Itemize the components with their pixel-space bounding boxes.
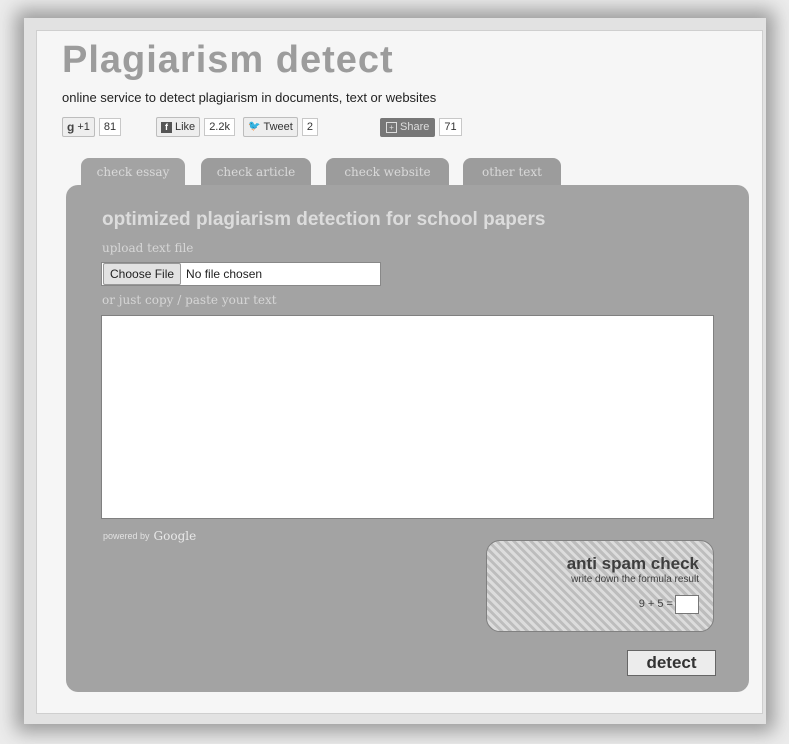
tab-check-article[interactable]: check article — [201, 158, 311, 186]
facebook-like-widget: f Like 2.2k — [156, 117, 235, 137]
upload-label: upload text file — [102, 241, 194, 255]
google-plus-label: +1 — [77, 121, 90, 133]
paste-label: or just copy / paste your text — [102, 293, 277, 307]
panel-title: optimized plagiarism detection for schoo… — [102, 209, 546, 230]
powered-by-label: powered by — [103, 531, 150, 541]
share-widget: + Share 71 — [380, 117, 462, 137]
anti-spam-title: anti spam check — [566, 554, 699, 573]
detect-button[interactable]: detect — [627, 650, 716, 676]
plus-box-icon: + — [386, 121, 397, 133]
google-plus-count: 81 — [98, 118, 122, 136]
choose-file-button[interactable]: Choose File — [103, 263, 182, 285]
share-label: Share — [400, 120, 430, 133]
facebook-like-button[interactable]: f Like — [156, 117, 201, 137]
anti-spam-formula: 9 + 5 = — [638, 598, 673, 610]
page-subtitle: online service to detect plagiarism in d… — [62, 90, 437, 105]
facebook-icon: f — [161, 121, 172, 133]
share-button[interactable]: + Share — [380, 117, 436, 137]
file-input[interactable]: Choose File No file chosen — [101, 262, 381, 286]
facebook-like-label: Like — [175, 121, 196, 133]
tab-check-website[interactable]: check website — [326, 158, 449, 186]
share-count: 71 — [439, 118, 462, 136]
google-plus-icon: g — [67, 120, 75, 134]
tweet-button[interactable]: 🐦 Tweet — [243, 117, 298, 137]
anti-spam-box: anti spam check write down the formula r… — [486, 540, 714, 632]
tab-other-text[interactable]: other text — [463, 158, 561, 186]
file-status: No file chosen — [186, 267, 263, 281]
twitter-widget: 🐦 Tweet 2 — [243, 117, 318, 137]
facebook-like-count: 2.2k — [204, 118, 235, 136]
google-plus-widget: g +1 81 — [62, 117, 122, 137]
google-plus-button[interactable]: g +1 — [62, 117, 95, 137]
tab-check-essay[interactable]: check essay — [81, 158, 185, 186]
google-logo: Google — [153, 529, 197, 543]
page-title: Plagiarism detect — [62, 39, 394, 81]
powered-by-google: powered by Google — [103, 529, 196, 543]
text-input-area[interactable] — [101, 315, 714, 519]
tweet-count: 2 — [301, 118, 318, 136]
anti-spam-instruction: write down the formula result — [571, 574, 699, 585]
twitter-bird-icon: 🐦 — [248, 121, 261, 132]
anti-spam-answer-input[interactable] — [675, 595, 699, 614]
tweet-label: Tweet — [263, 121, 293, 133]
